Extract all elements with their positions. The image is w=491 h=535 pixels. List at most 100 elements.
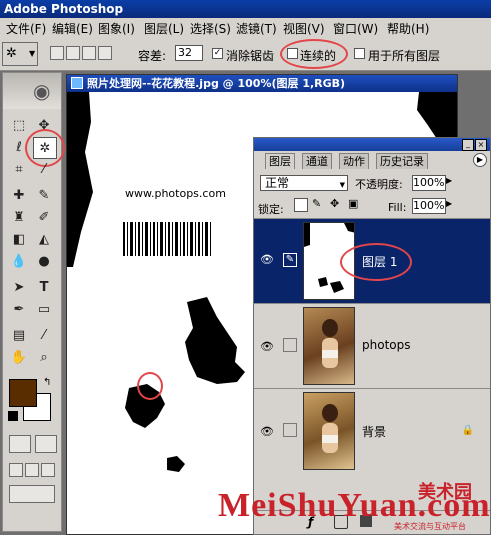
- annotation-circle-contiguous: [280, 39, 348, 69]
- brush-link-icon[interactable]: ✎: [283, 253, 297, 267]
- menu-window[interactable]: 窗口(W): [333, 20, 378, 37]
- pen-tool-icon[interactable]: ✒: [8, 299, 30, 319]
- add-selection-button[interactable]: [66, 46, 80, 60]
- tolerance-input[interactable]: 32: [175, 45, 203, 61]
- options-bar: ✲ ▼ 容差: 32 ✓ 消除锯齿 连续的 用于所有图层: [0, 38, 491, 71]
- opacity-slider-arrow-icon[interactable]: ▶: [446, 176, 452, 185]
- quick-mask-button[interactable]: [35, 435, 57, 453]
- black-shape-top-right: [417, 92, 457, 142]
- lock-move-icon[interactable]: ✥: [330, 197, 339, 210]
- menu-edit[interactable]: 编辑(E): [52, 20, 93, 37]
- menu-filter[interactable]: 滤镜(T): [236, 20, 277, 37]
- fill-label: Fill:: [388, 201, 407, 214]
- lock-transparency-icon[interactable]: [294, 198, 308, 212]
- minimize-icon[interactable]: _: [462, 139, 474, 151]
- fill-input[interactable]: 100%: [412, 198, 446, 214]
- menu-bar: 文件(F) 编辑(E) 图象(I) 图层(L) 选择(S) 滤镜(T) 视图(V…: [0, 18, 491, 39]
- layer-name: photops: [362, 338, 411, 352]
- lock-label: 锁定:: [258, 203, 284, 216]
- opacity-label: 不透明度:: [355, 178, 403, 191]
- tab-layers[interactable]: 图层: [265, 153, 295, 169]
- link-box[interactable]: [283, 338, 297, 352]
- menu-layer[interactable]: 图层(L): [144, 20, 184, 37]
- layer-name: 背景: [362, 425, 387, 439]
- path-selection-icon[interactable]: ➤: [8, 277, 30, 297]
- document-icon: [71, 77, 83, 89]
- toolbox: ◉ ⬚ ✥ ℓ ✲ ⌗ ⁄ ✚ ✎ ♜ ✐ ◧ ◭ 💧 ● ➤ T ✒ ▭ ▤ …: [2, 72, 65, 532]
- intersect-selection-button[interactable]: [98, 46, 112, 60]
- screen-mode-full[interactable]: [41, 463, 55, 477]
- zoom-tool-icon[interactable]: ⌕: [33, 347, 55, 367]
- close-icon[interactable]: ×: [475, 139, 487, 151]
- menu-view[interactable]: 视图(V): [283, 20, 325, 37]
- annotation-circle-canvas: [137, 372, 163, 400]
- lock-brush-icon[interactable]: ✎: [312, 197, 321, 210]
- clone-stamp-icon[interactable]: ♜: [8, 207, 30, 227]
- menu-image[interactable]: 图象(I): [98, 20, 135, 37]
- menu-help[interactable]: 帮助(H): [387, 20, 429, 37]
- menu-select[interactable]: 选择(S): [190, 20, 231, 37]
- brush-tool-icon[interactable]: ✎: [33, 185, 55, 205]
- screen-mode-standard[interactable]: [9, 463, 23, 477]
- menu-file[interactable]: 文件(F): [6, 20, 46, 37]
- history-brush-icon[interactable]: ✐: [33, 207, 55, 227]
- black-shape-center: [185, 297, 245, 384]
- chevron-down-icon: ▼: [339, 181, 345, 189]
- rectangle-tool-icon[interactable]: ▭: [33, 299, 55, 319]
- antialias-label: 消除锯齿: [226, 49, 275, 63]
- dodge-tool-icon[interactable]: ●: [33, 251, 55, 271]
- layer-thumbnail: [303, 307, 355, 385]
- jump-to-imageready-button[interactable]: [9, 485, 55, 503]
- all-layers-checkbox[interactable]: [354, 48, 365, 59]
- barcode: [123, 222, 211, 256]
- blend-mode-value: 正常: [265, 176, 290, 190]
- layer-row-background[interactable]: 👁 背景 🔒: [254, 388, 490, 473]
- healing-brush-icon[interactable]: ✚: [8, 185, 30, 205]
- type-tool-icon[interactable]: T: [33, 277, 55, 297]
- visibility-eye-icon[interactable]: 👁: [260, 254, 274, 265]
- eyedropper-tool-icon[interactable]: ⁄: [33, 325, 55, 345]
- layer-row-photops[interactable]: 👁 photops: [254, 303, 490, 388]
- tab-actions[interactable]: 动作: [339, 153, 369, 169]
- black-shape-left: [67, 92, 93, 267]
- subtract-selection-button[interactable]: [82, 46, 96, 60]
- eye-logo-icon: ◉: [33, 79, 51, 103]
- opacity-input[interactable]: 100%: [412, 175, 446, 191]
- tolerance-label: 容差:: [138, 49, 167, 63]
- blend-mode-select[interactable]: 正常 ▼: [260, 175, 348, 191]
- tab-channels[interactable]: 通道: [302, 153, 332, 169]
- lock-all-icon[interactable]: ▣: [348, 197, 358, 210]
- site-url-text: www.photops.com: [125, 187, 226, 200]
- slice-tool-icon[interactable]: ⁄: [33, 159, 55, 179]
- all-layers-label: 用于所有图层: [368, 49, 441, 63]
- link-box[interactable]: [283, 423, 297, 437]
- visibility-eye-icon[interactable]: 👁: [260, 426, 274, 437]
- default-colors-icon[interactable]: [8, 411, 18, 421]
- layer-row-layer1[interactable]: 👁 ✎ 图层 1: [254, 218, 490, 303]
- crop-tool-icon[interactable]: ⌗: [8, 159, 30, 179]
- tool-preset-picker[interactable]: ✲ ▼: [2, 42, 38, 66]
- eraser-tool-icon[interactable]: ◧: [8, 229, 30, 249]
- new-selection-button[interactable]: [50, 46, 64, 60]
- antialias-checkbox[interactable]: ✓: [212, 48, 223, 59]
- standard-mode-button[interactable]: [9, 435, 31, 453]
- notes-tool-icon[interactable]: ▤: [8, 325, 30, 345]
- paint-bucket-icon[interactable]: ◭: [33, 229, 55, 249]
- tab-history[interactable]: 历史记录: [376, 153, 428, 169]
- fill-slider-arrow-icon[interactable]: ▶: [446, 199, 452, 208]
- foreground-color-swatch[interactable]: [9, 379, 37, 407]
- blur-tool-icon[interactable]: 💧: [8, 251, 30, 271]
- panel-menu-icon[interactable]: ▶: [473, 153, 487, 167]
- watermark-sub: 美术交流与互动平台: [394, 522, 466, 531]
- hand-tool-icon[interactable]: ✋: [8, 347, 30, 367]
- marquee-tool-icon[interactable]: ⬚: [8, 115, 30, 135]
- black-shape-small: [167, 456, 185, 472]
- photo-thumb-figure: [322, 319, 338, 368]
- chevron-down-icon: ▼: [29, 49, 36, 58]
- screen-mode-fullmenu[interactable]: [25, 463, 39, 477]
- toolbox-logo: ◉: [3, 73, 61, 109]
- document-title-bar: 照片处理网--花花教程.jpg @ 100%(图层 1,RGB): [67, 75, 457, 92]
- document-title: 照片处理网--花花教程.jpg @ 100%(图层 1,RGB): [87, 77, 346, 90]
- visibility-eye-icon[interactable]: 👁: [260, 341, 274, 352]
- swap-colors-icon[interactable]: ↰: [43, 377, 51, 388]
